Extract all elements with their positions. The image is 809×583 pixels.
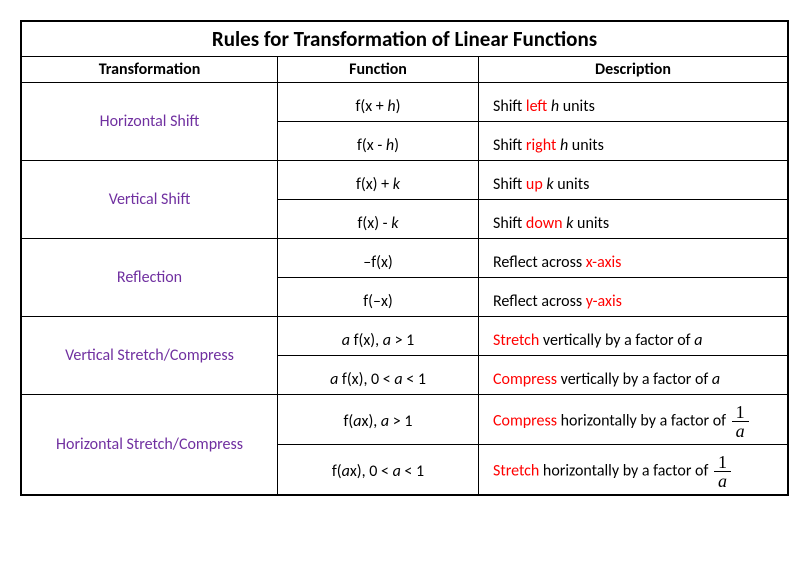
- function-cell: f(ax), a > 1: [278, 395, 479, 445]
- description-cell: Shift right h units: [479, 122, 789, 161]
- function-cell: f(ax), 0 < a < 1: [278, 445, 479, 496]
- function-cell: –f(x): [278, 239, 479, 278]
- transformation-rules-table: Rules for Transformation of Linear Funct…: [20, 20, 789, 496]
- transformation-name: Horizontal Shift: [21, 83, 278, 161]
- header-transformation: Transformation: [21, 57, 278, 83]
- description-cell: Shift down k units: [479, 200, 789, 239]
- function-cell: f(x - h): [278, 122, 479, 161]
- transformation-name: Horizontal Stretch/Compress: [21, 395, 278, 496]
- fraction: 1a: [714, 453, 731, 490]
- function-cell: f(x) - k: [278, 200, 479, 239]
- transformation-name: Vertical Stretch/Compress: [21, 317, 278, 395]
- description-cell: Reflect across x-axis: [479, 239, 789, 278]
- fraction: 1a: [732, 403, 749, 440]
- description-cell: Stretch vertically by a factor of a: [479, 317, 789, 356]
- description-cell: Reflect across y-axis: [479, 278, 789, 317]
- transformation-name: Vertical Shift: [21, 161, 278, 239]
- description-cell: Shift up k units: [479, 161, 789, 200]
- table-row: Horizontal Shift f(x + h) Shift left h u…: [21, 83, 788, 122]
- table-row: Horizontal Stretch/Compress f(ax), a > 1…: [21, 395, 788, 445]
- function-cell: f(x) + k: [278, 161, 479, 200]
- header-description: Description: [479, 57, 789, 83]
- description-cell: Compress horizontally by a factor of 1a: [479, 395, 789, 445]
- function-cell: a f(x), 0 < a < 1: [278, 356, 479, 395]
- function-cell: f(x + h): [278, 83, 479, 122]
- header-function: Function: [278, 57, 479, 83]
- transformation-name: Reflection: [21, 239, 278, 317]
- function-cell: a f(x), a > 1: [278, 317, 479, 356]
- description-cell: Compress vertically by a factor of a: [479, 356, 789, 395]
- description-cell: Shift left h units: [479, 83, 789, 122]
- table-row: Vertical Shift f(x) + k Shift up k units: [21, 161, 788, 200]
- description-cell: Stretch horizontally by a factor of 1a: [479, 445, 789, 496]
- table-row: Vertical Stretch/Compress a f(x), a > 1 …: [21, 317, 788, 356]
- function-cell: f(–x): [278, 278, 479, 317]
- table-row: Reflection –f(x) Reflect across x-axis: [21, 239, 788, 278]
- table-title: Rules for Transformation of Linear Funct…: [21, 21, 788, 57]
